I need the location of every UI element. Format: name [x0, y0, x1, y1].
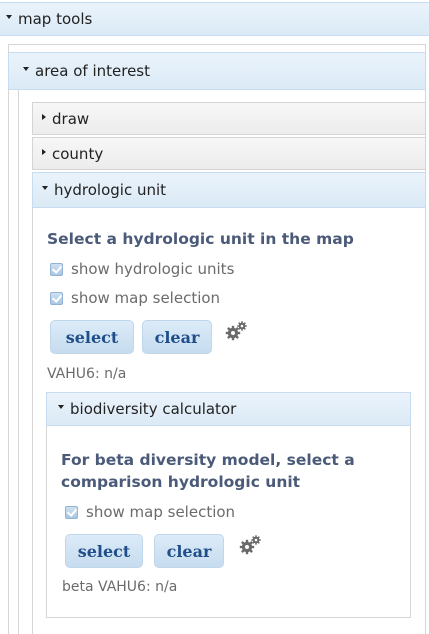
- show-map-selection-label: show map selection: [71, 289, 221, 307]
- show-map-selection-row[interactable]: show map selection: [50, 287, 220, 309]
- area-of-interest-header[interactable]: area of interest: [8, 52, 426, 90]
- beta-select-button[interactable]: select: [65, 534, 143, 568]
- biodiversity-heading-line2: comparison hydrologic unit: [61, 473, 301, 491]
- hydrologic-unit-header[interactable]: hydrologic unit: [32, 172, 426, 208]
- show-map-selection-checkbox[interactable]: [50, 291, 63, 305]
- select-button[interactable]: select: [50, 320, 134, 354]
- biodiversity-heading: For beta diversity model, select a compa…: [61, 449, 406, 493]
- biodiversity-heading-line1: For beta diversity model, select a: [61, 451, 355, 469]
- gears-icon[interactable]: [238, 534, 262, 556]
- chevron-down-icon: [23, 67, 29, 71]
- draw-label: draw: [52, 109, 90, 128]
- beta-show-map-selection-checkbox[interactable]: [65, 505, 78, 519]
- map-tools-label: map tools: [18, 10, 93, 28]
- show-hydrologic-units-label: show hydrologic units: [71, 260, 235, 278]
- beta-show-map-selection-label: show map selection: [86, 503, 236, 521]
- beta-vahu6-status: beta VAHU6: n/a: [62, 579, 178, 595]
- show-hydrologic-units-checkbox[interactable]: [50, 262, 63, 276]
- draw-header[interactable]: draw: [32, 102, 426, 135]
- hydrologic-unit-label: hydrologic unit: [54, 181, 167, 199]
- chevron-right-icon: [42, 113, 46, 120]
- biodiversity-calculator-label: biodiversity calculator: [70, 400, 237, 418]
- beta-clear-button[interactable]: clear: [154, 534, 224, 568]
- chevron-right-icon: [42, 148, 46, 155]
- chevron-down-icon: [6, 15, 12, 19]
- chevron-down-icon: [42, 186, 48, 190]
- beta-show-map-selection-row[interactable]: show map selection: [65, 501, 235, 523]
- clear-button[interactable]: clear: [142, 320, 212, 354]
- area-of-interest-label: area of interest: [35, 62, 150, 80]
- county-header[interactable]: county: [32, 137, 426, 170]
- biodiversity-calculator-header[interactable]: biodiversity calculator: [46, 392, 411, 426]
- county-label: county: [52, 144, 104, 163]
- map-tools-header[interactable]: map tools: [0, 2, 429, 36]
- hydrologic-unit-heading: Select a hydrologic unit in the map: [47, 230, 354, 248]
- gears-icon[interactable]: [224, 320, 248, 342]
- chevron-down-icon: [58, 405, 64, 409]
- vahu6-status: VAHU6: n/a: [47, 366, 127, 382]
- show-hydrologic-units-row[interactable]: show hydrologic units: [50, 258, 234, 280]
